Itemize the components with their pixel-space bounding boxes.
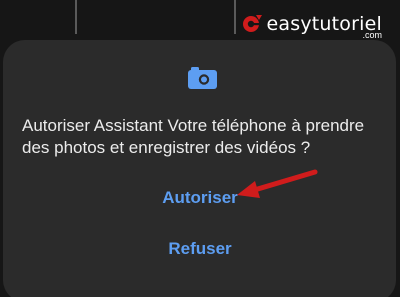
camera-icon xyxy=(188,67,217,89)
deny-button[interactable]: Refuser xyxy=(0,239,400,259)
watermark-logo: easytutoriel .com xyxy=(242,13,382,40)
screen: easytutoriel .com Autoriser Assistant Vo… xyxy=(0,0,400,297)
watermark-suffix: .com xyxy=(362,30,382,40)
background-divider xyxy=(75,0,77,34)
red-arrow-annotation xyxy=(237,169,318,198)
dialog-message: Autoriser Assistant Votre téléphone à pr… xyxy=(22,116,365,157)
easytutoriel-logo-icon xyxy=(243,15,263,32)
allow-button[interactable]: Autoriser xyxy=(0,188,400,208)
background-divider xyxy=(234,0,236,34)
